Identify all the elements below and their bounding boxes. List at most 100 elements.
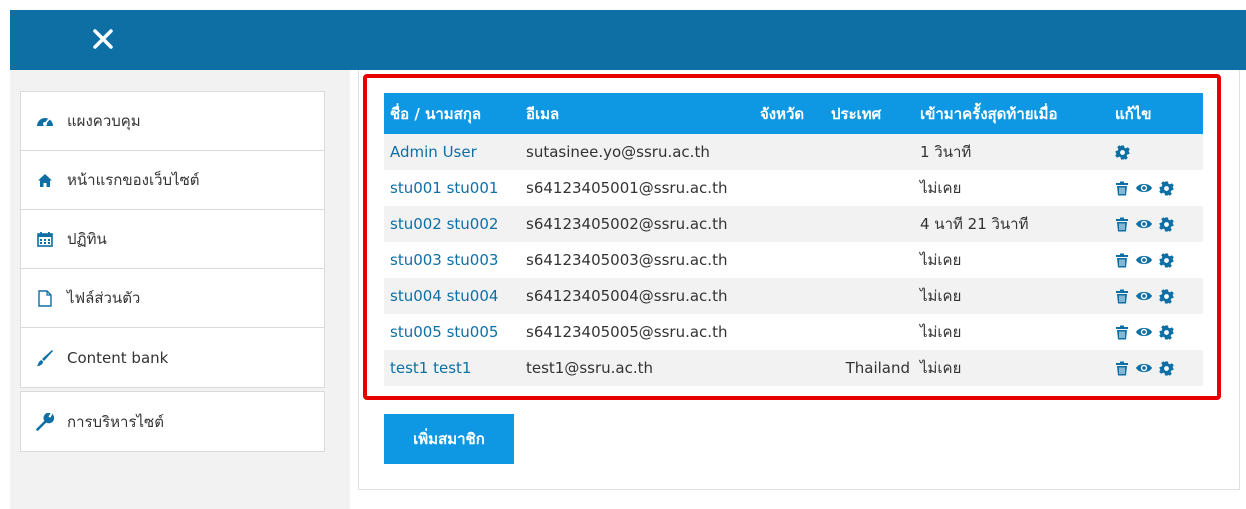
column-header-province[interactable]: จังหวัด <box>754 93 825 134</box>
add-user-button[interactable]: เพิ่มสมาชิก <box>384 414 514 464</box>
column-header-name[interactable]: ชื่อ / นามสกุล <box>384 93 520 134</box>
user-province <box>754 314 825 350</box>
nav-item-home[interactable]: หน้าแรกของเว็บไซต์ <box>21 151 324 210</box>
nav-item-label: หน้าแรกของเว็บไซต์ <box>67 171 200 189</box>
user-last-access: ไม่เคย <box>914 278 1109 314</box>
close-icon <box>93 29 113 49</box>
users-table: ชื่อ / นามสกุล อีเมล จังหวัด ประเทศ เข้า… <box>384 93 1203 386</box>
user-province <box>754 134 825 170</box>
user-name-link[interactable]: stu004 stu004 <box>390 287 498 305</box>
wrench-icon <box>35 412 55 432</box>
user-actions-cell <box>1109 170 1203 206</box>
user-last-access: 1 วินาที <box>914 134 1109 170</box>
nav-list: แผงควบคุม หน้าแรกของเว็บไซต์ ปฏิทิน ไฟล์… <box>20 91 325 388</box>
gear-icon[interactable] <box>1159 252 1174 268</box>
user-actions-cell <box>1109 242 1203 278</box>
user-name-link[interactable]: stu002 stu002 <box>390 215 498 233</box>
user-last-access: ไม่เคย <box>914 170 1109 206</box>
nav-admin-group: การบริหารไซต์ <box>20 391 325 452</box>
user-email: s64123405005@ssru.ac.th <box>520 314 754 350</box>
gear-icon[interactable] <box>1159 180 1174 196</box>
user-name-cell: stu001 stu001 <box>384 170 520 206</box>
nav-item-content-bank[interactable]: Content bank <box>21 328 324 387</box>
user-country <box>825 242 914 278</box>
gear-icon[interactable] <box>1159 216 1174 232</box>
user-last-access: ไม่เคย <box>914 314 1109 350</box>
user-name-cell: stu003 stu003 <box>384 242 520 278</box>
user-province <box>754 242 825 278</box>
home-icon <box>35 170 55 190</box>
gear-icon[interactable] <box>1115 144 1130 160</box>
nav-item-label: แผงควบคุม <box>67 112 141 130</box>
user-name-cell: stu002 stu002 <box>384 206 520 242</box>
user-name-link[interactable]: stu001 stu001 <box>390 179 498 197</box>
eye-icon[interactable] <box>1135 325 1153 339</box>
user-name-cell: stu005 stu005 <box>384 314 520 350</box>
table-row: stu002 stu002 s64123405002@ssru.ac.th 4 นา… <box>384 206 1203 242</box>
trash-icon[interactable] <box>1115 325 1129 340</box>
user-country <box>825 314 914 350</box>
column-header-country[interactable]: ประเทศ <box>825 93 914 134</box>
user-name-link[interactable]: stu005 stu005 <box>390 323 498 341</box>
file-icon <box>35 288 55 308</box>
nav-item-private-files[interactable]: ไฟล์ส่วนตัว <box>21 269 324 328</box>
gear-icon[interactable] <box>1159 288 1174 304</box>
nav-item-label: ไฟล์ส่วนตัว <box>67 289 141 307</box>
user-province <box>754 278 825 314</box>
gear-icon[interactable] <box>1159 360 1174 376</box>
table-row: stu001 stu001 s64123405001@ssru.ac.th ไม่เ… <box>384 170 1203 206</box>
table-row: Admin User sutasinee.yo@ssru.ac.th 1 วินาท… <box>384 134 1203 170</box>
user-actions-cell <box>1109 314 1203 350</box>
trash-icon[interactable] <box>1115 289 1129 304</box>
user-name-link[interactable]: stu003 stu003 <box>390 251 498 269</box>
user-province <box>754 170 825 206</box>
user-email: s64123405002@ssru.ac.th <box>520 206 754 242</box>
user-province <box>754 350 825 386</box>
user-country <box>825 206 914 242</box>
nav-item-calendar[interactable]: ปฏิทิน <box>21 210 324 269</box>
user-actions-cell <box>1109 134 1203 170</box>
eye-icon[interactable] <box>1135 181 1153 195</box>
gear-icon[interactable] <box>1159 324 1174 340</box>
user-name-link[interactable]: test1 test1 <box>390 359 471 377</box>
top-navbar <box>10 10 1246 70</box>
table-row: stu003 stu003 s64123405003@ssru.ac.th ไม่เ… <box>384 242 1203 278</box>
user-actions-cell <box>1109 206 1203 242</box>
column-header-last-access[interactable]: เข้ามาครั้งสุดท้ายเมื่อ <box>914 93 1109 134</box>
user-email: s64123405003@ssru.ac.th <box>520 242 754 278</box>
eye-icon[interactable] <box>1135 361 1153 375</box>
column-header-edit: แก้ไข <box>1109 93 1203 134</box>
column-header-email[interactable]: อีเมล <box>520 93 754 134</box>
paintbrush-icon <box>35 348 55 368</box>
user-country: Thailand <box>825 350 914 386</box>
nav-item-label: Content bank <box>67 348 169 367</box>
eye-icon[interactable] <box>1135 253 1153 267</box>
calendar-icon <box>35 229 55 249</box>
eye-icon[interactable] <box>1135 289 1153 303</box>
user-actions-cell <box>1109 350 1203 386</box>
nav-drawer: แผงควบคุม หน้าแรกของเว็บไซต์ ปฏิทิน ไฟล์… <box>10 70 350 509</box>
user-last-access: 4 นาที 21 วินาที <box>914 206 1109 242</box>
user-name-cell: Admin User <box>384 134 520 170</box>
trash-icon[interactable] <box>1115 217 1129 232</box>
eye-icon[interactable] <box>1135 217 1153 231</box>
table-header-row: ชื่อ / นามสกุล อีเมล จังหวัด ประเทศ เข้า… <box>384 93 1203 134</box>
nav-item-label: ปฏิทิน <box>67 230 107 248</box>
table-row: stu004 stu004 s64123405004@ssru.ac.th ไม่เ… <box>384 278 1203 314</box>
trash-icon[interactable] <box>1115 253 1129 268</box>
close-drawer-button[interactable] <box>80 20 124 60</box>
user-name-link[interactable]: Admin User <box>390 143 477 161</box>
user-email: s64123405001@ssru.ac.th <box>520 170 754 206</box>
nav-item-dashboard[interactable]: แผงควบคุม <box>21 92 324 151</box>
user-last-access: ไม่เคย <box>914 350 1109 386</box>
trash-icon[interactable] <box>1115 181 1129 196</box>
user-name-cell: test1 test1 <box>384 350 520 386</box>
table-row: test1 test1 test1@ssru.ac.th Thailand ไม่เค… <box>384 350 1203 386</box>
user-last-access: ไม่เคย <box>914 242 1109 278</box>
nav-item-site-administration[interactable]: การบริหารไซต์ <box>21 392 324 451</box>
dashboard-icon <box>35 111 55 131</box>
user-province <box>754 206 825 242</box>
user-email: s64123405004@ssru.ac.th <box>520 278 754 314</box>
trash-icon[interactable] <box>1115 361 1129 376</box>
user-email: test1@ssru.ac.th <box>520 350 754 386</box>
